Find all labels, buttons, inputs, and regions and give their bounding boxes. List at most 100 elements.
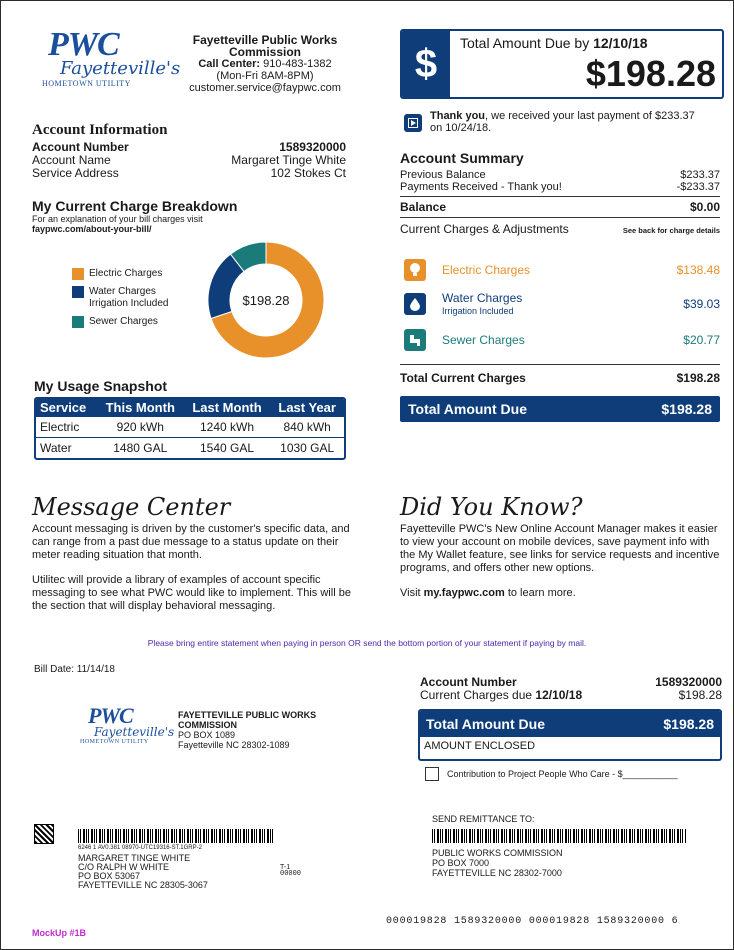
usage-header-row: Service This Month Last Month Last Year bbox=[36, 399, 344, 417]
message-center-heading: Message Center bbox=[32, 493, 231, 521]
contribution-checkbox[interactable] bbox=[425, 767, 439, 781]
stub-due-label: Current Charges due bbox=[420, 688, 533, 702]
dyk-heading: Did You Know? bbox=[400, 493, 583, 521]
electric-charges-label: Electric Charges bbox=[442, 263, 531, 277]
contribution-label: Contribution to Project People Who Care … bbox=[447, 769, 678, 779]
logo-tagline: HOMETOWN UTILITY bbox=[42, 79, 131, 88]
table-row: Water 1480 GAL 1540 GAL 1030 GAL bbox=[36, 437, 344, 458]
usage-cell: 1540 GAL bbox=[183, 437, 271, 458]
legend-swatch-sewer bbox=[72, 316, 84, 328]
sewer-charges-label: Sewer Charges bbox=[442, 333, 525, 347]
usage-col-last-month: Last Month bbox=[183, 399, 271, 417]
total-due-box: $ Total Amount Due by 12/10/18 $198.28 bbox=[400, 29, 724, 99]
customer-address-line4: FAYETTEVILLE NC 28305-3067 bbox=[78, 880, 208, 890]
customer-mailing-address: MARGARET TINGE WHITE C/O RALPH W WHITE P… bbox=[78, 854, 208, 890]
usage-cell: 1480 GAL bbox=[96, 437, 184, 458]
table-row: Electric 920 kWh 1240 kWh 840 kWh bbox=[36, 416, 344, 438]
usage-cell: 920 kWh bbox=[96, 416, 184, 438]
donut-center-label: $198.28 bbox=[243, 293, 290, 308]
water-charges-value: $39.03 bbox=[683, 297, 720, 311]
usage-col-last-year: Last Year bbox=[270, 399, 344, 417]
dyk-visit: Visit bbox=[400, 587, 421, 599]
support-email[interactable]: customer.service@faypwc.com bbox=[180, 82, 350, 94]
dyk-paragraph: Fayetteville PWC's New Online Account Ma… bbox=[400, 523, 720, 574]
sewer-charges-value: $20.77 bbox=[683, 333, 720, 347]
stub-logo-fayetteville-text: Fayetteville's bbox=[94, 725, 175, 739]
summary-heading: Account Summary bbox=[400, 150, 524, 166]
call-center-hours: (Mon-Fri 8AM-8PM) bbox=[216, 70, 314, 82]
org-name-line2: Commission bbox=[228, 45, 301, 59]
usage-heading: My Usage Snapshot bbox=[34, 378, 168, 394]
water-charges-sub: Irrigation Included bbox=[442, 305, 514, 316]
remit-address: PUBLIC WORKS COMMISSION PO BOX 7000 FAYE… bbox=[432, 848, 563, 878]
balance-value: $0.00 bbox=[689, 200, 720, 214]
logo-pwc-text: PWC bbox=[48, 26, 120, 63]
stub-total-label: Total Amount Due bbox=[426, 716, 545, 732]
postal-barcode bbox=[78, 829, 274, 843]
legend-label-sewer: Sewer Charges bbox=[89, 316, 158, 327]
ocr-scan-line: 000019828 1589320000 000019828 158932000… bbox=[386, 916, 679, 927]
stub-total-value: $198.28 bbox=[663, 716, 714, 732]
message-paragraph-1: Account messaging is driven by the custo… bbox=[32, 523, 350, 561]
stub-total-row: Total Amount Due $198.28 bbox=[420, 711, 720, 737]
call-center-label: Call Center: bbox=[198, 58, 261, 70]
account-info: Account Information Account Number 158932… bbox=[32, 122, 346, 180]
thank-you-date: on 10/24/18. bbox=[430, 122, 492, 134]
pwc-logo: PWC Fayetteville's HOMETOWN UTILITY bbox=[38, 26, 180, 100]
usage-cell: Electric bbox=[36, 416, 97, 438]
tray-number: 00000 bbox=[280, 870, 302, 878]
total-due-date: 12/10/18 bbox=[593, 35, 648, 51]
usage-cell: Water bbox=[36, 437, 97, 458]
legend-item-sewer: Sewer Charges bbox=[72, 316, 202, 328]
legend-item-water: Water Charges Irrigation Included bbox=[72, 286, 202, 310]
dyk-link[interactable]: my.faypwc.com bbox=[424, 587, 505, 599]
amount-enclosed-field[interactable]: AMOUNT ENCLOSED bbox=[420, 737, 720, 759]
stub-city: Fayetteville NC 28302-1089 bbox=[178, 740, 290, 750]
stub-due-value: $198.28 bbox=[678, 688, 722, 702]
datamatrix-code bbox=[34, 824, 54, 844]
service-address-value: 102 Stokes Ct bbox=[270, 166, 346, 180]
electric-charges-value: $138.48 bbox=[676, 263, 720, 277]
water-charges-label: Water Charges bbox=[442, 290, 523, 305]
payments-value: -$233.37 bbox=[676, 181, 720, 193]
legend-label-water-sub: Irrigation Included bbox=[89, 298, 169, 309]
stub-po: PO BOX 1089 bbox=[178, 730, 236, 740]
breakdown-heading: My Current Charge Breakdown bbox=[32, 198, 238, 214]
legend-swatch-electric bbox=[72, 268, 84, 280]
message-paragraph-2: Utilitec will provide a library of examp… bbox=[32, 574, 351, 612]
contact-block: Fayetteville Public Works Commission Cal… bbox=[180, 34, 350, 94]
current-charges-heading: Current Charges & Adjustments bbox=[400, 222, 569, 236]
thank-you-note: Thank you, we received your last payment… bbox=[404, 110, 720, 134]
list-item: Water Charges Irrigation Included $39.03 bbox=[404, 290, 720, 318]
stub-org-line1: FAYETTEVILLE PUBLIC WORKS bbox=[178, 710, 317, 720]
stub-org-address: FAYETTEVILLE PUBLIC WORKS COMMISSION PO … bbox=[178, 710, 316, 750]
previous-balance-label: Previous Balance bbox=[400, 169, 486, 181]
legend-label-electric: Electric Charges bbox=[89, 268, 163, 279]
bill-date: Bill Date: 11/14/18 bbox=[34, 664, 115, 675]
payments-label: Payments Received - Thank you! bbox=[400, 181, 562, 193]
total-due-bar: Total Amount Due $198.28 bbox=[400, 396, 720, 422]
charge-donut-chart: $198.28 bbox=[207, 241, 325, 359]
total-due-label: Total Amount Due bbox=[460, 35, 571, 51]
contribution-row: Contribution to Project People Who Care … bbox=[425, 767, 678, 781]
dyk-after: to learn more. bbox=[507, 587, 576, 599]
thank-you-bold: Thank you bbox=[430, 110, 486, 122]
remit-line2: PO BOX 7000 bbox=[432, 858, 490, 868]
total-due-amount: $198.28 bbox=[585, 53, 716, 94]
water-charges-text: Water Charges Irrigation Included bbox=[442, 292, 683, 317]
amount-enclosed-label: AMOUNT ENCLOSED bbox=[424, 740, 536, 752]
usage-col-service: Service bbox=[36, 399, 97, 417]
breakdown-link[interactable]: faypwc.com/about-your-bill/ bbox=[32, 224, 352, 235]
usage-snapshot: My Usage Snapshot Service This Month Las… bbox=[34, 378, 346, 460]
breakdown-legend: Electric Charges Water Charges Irrigation… bbox=[72, 268, 202, 328]
call-center-number[interactable]: 910-483-1382 bbox=[263, 58, 332, 70]
list-item: Electric Charges $138.48 bbox=[404, 258, 720, 282]
lightbulb-icon bbox=[404, 259, 426, 281]
did-you-know: Did You Know? Fayetteville PWC's New Onl… bbox=[400, 493, 720, 600]
previous-balance-value: $233.37 bbox=[680, 169, 720, 181]
legend-item-electric: Electric Charges bbox=[72, 268, 202, 280]
usage-table: Service This Month Last Month Last Year … bbox=[36, 399, 344, 458]
service-address-label: Service Address bbox=[32, 166, 119, 180]
balance-row: Balance $0.00 bbox=[400, 196, 720, 213]
account-info-heading: Account Information bbox=[32, 122, 168, 138]
